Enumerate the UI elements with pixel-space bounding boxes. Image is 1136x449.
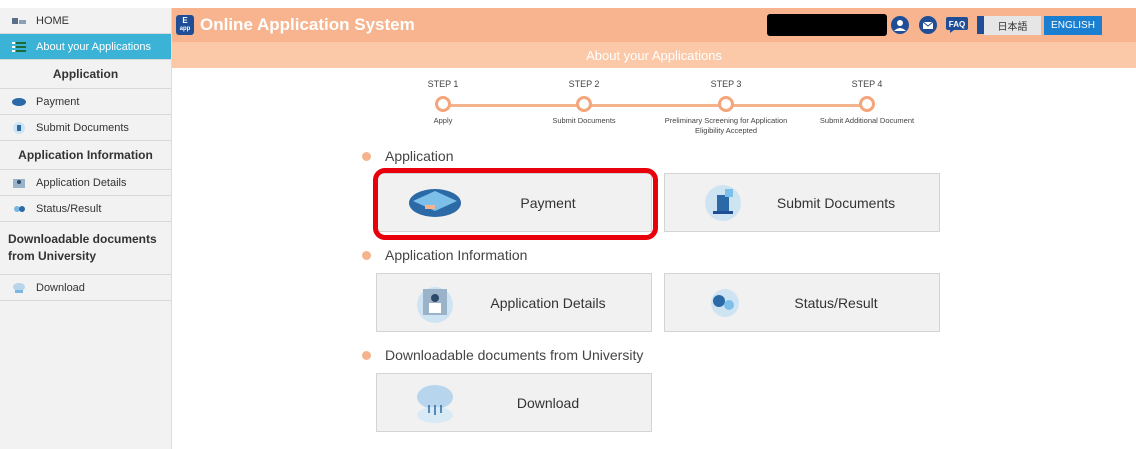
sidebar-item-download[interactable]: Download bbox=[0, 275, 171, 301]
bullet-icon bbox=[362, 151, 371, 161]
step-dot bbox=[859, 96, 875, 112]
sidebar-item-payment[interactable]: Payment bbox=[0, 89, 171, 115]
language-english-button[interactable]: ENGLISH bbox=[1044, 16, 1102, 35]
step-dot bbox=[576, 96, 592, 112]
cloud-download-icon bbox=[12, 282, 26, 294]
mail-icon[interactable] bbox=[918, 15, 938, 35]
status-icon bbox=[12, 203, 26, 215]
user-profile-icon[interactable] bbox=[890, 15, 910, 35]
person-details-icon bbox=[12, 177, 26, 189]
sidebar-heading-downloadable: Downloadable documents from University bbox=[0, 222, 171, 275]
step-3: STEP 3 Preliminary Screening for Applica… bbox=[664, 79, 788, 135]
sidebar-item-label: Download bbox=[36, 281, 85, 294]
sidebar-heading-application-information: Application Information bbox=[0, 141, 171, 170]
status-result-card[interactable]: Status/Result bbox=[664, 273, 940, 332]
svg-text:FAQ: FAQ bbox=[949, 20, 965, 29]
list-icon bbox=[12, 41, 26, 53]
section-title-downloadable: Downloadable documents from University bbox=[362, 347, 643, 363]
status-icon bbox=[693, 281, 753, 325]
sidebar-item-status-result[interactable]: Status/Result bbox=[0, 196, 171, 222]
sidebar-item-application-details[interactable]: Application Details bbox=[0, 170, 171, 196]
credit-card-icon bbox=[12, 96, 26, 108]
home-icon bbox=[12, 15, 26, 27]
sidebar-item-label: Application Details bbox=[36, 176, 127, 189]
submit-documents-card[interactable]: Submit Documents bbox=[664, 173, 940, 232]
step-1: STEP 1 Apply bbox=[427, 79, 459, 125]
step-dot bbox=[435, 96, 451, 112]
sidebar: HOME About your Applications Application… bbox=[0, 8, 172, 449]
step-4: STEP 4 Submit Additional Document bbox=[819, 79, 915, 125]
top-header: E app Online Application System FAQ 日本語 … bbox=[172, 8, 1136, 42]
sidebar-item-label: HOME bbox=[36, 14, 69, 27]
user-name-redacted bbox=[767, 14, 887, 36]
bullet-icon bbox=[362, 250, 371, 260]
document-upload-icon bbox=[12, 121, 26, 134]
download-card[interactable]: Download bbox=[376, 373, 652, 432]
cloud-download-icon bbox=[405, 381, 465, 425]
sidebar-item-home[interactable]: HOME bbox=[0, 8, 171, 34]
step-dot bbox=[718, 96, 734, 112]
person-details-icon bbox=[405, 281, 465, 325]
sidebar-item-label: Submit Documents bbox=[36, 121, 129, 134]
sidebar-item-label: Status/Result bbox=[36, 202, 102, 215]
sidebar-item-about[interactable]: About your Applications bbox=[0, 34, 171, 60]
page-title: About your Applications bbox=[172, 42, 1136, 68]
bullet-icon bbox=[362, 350, 371, 360]
progress-steps: STEP 1 Apply STEP 2 Submit Documents STE… bbox=[370, 76, 1010, 146]
faq-icon[interactable]: FAQ bbox=[946, 15, 968, 35]
section-title-application-information: Application Information bbox=[362, 247, 527, 263]
app-logo: E app bbox=[176, 15, 194, 35]
section-title-application: Application bbox=[362, 148, 454, 164]
language-japanese-button[interactable]: 日本語 bbox=[984, 16, 1041, 35]
sidebar-item-label: About your Applications bbox=[36, 40, 151, 53]
sidebar-item-submit-documents[interactable]: Submit Documents bbox=[0, 115, 171, 141]
application-details-card[interactable]: Application Details bbox=[376, 273, 652, 332]
document-upload-icon bbox=[693, 181, 753, 225]
highlight-box bbox=[373, 168, 658, 240]
app-title: Online Application System bbox=[200, 15, 415, 34]
sidebar-item-label: Payment bbox=[36, 95, 80, 108]
sidebar-heading-application: Application bbox=[0, 60, 171, 89]
step-2: STEP 2 Submit Documents bbox=[552, 79, 616, 125]
